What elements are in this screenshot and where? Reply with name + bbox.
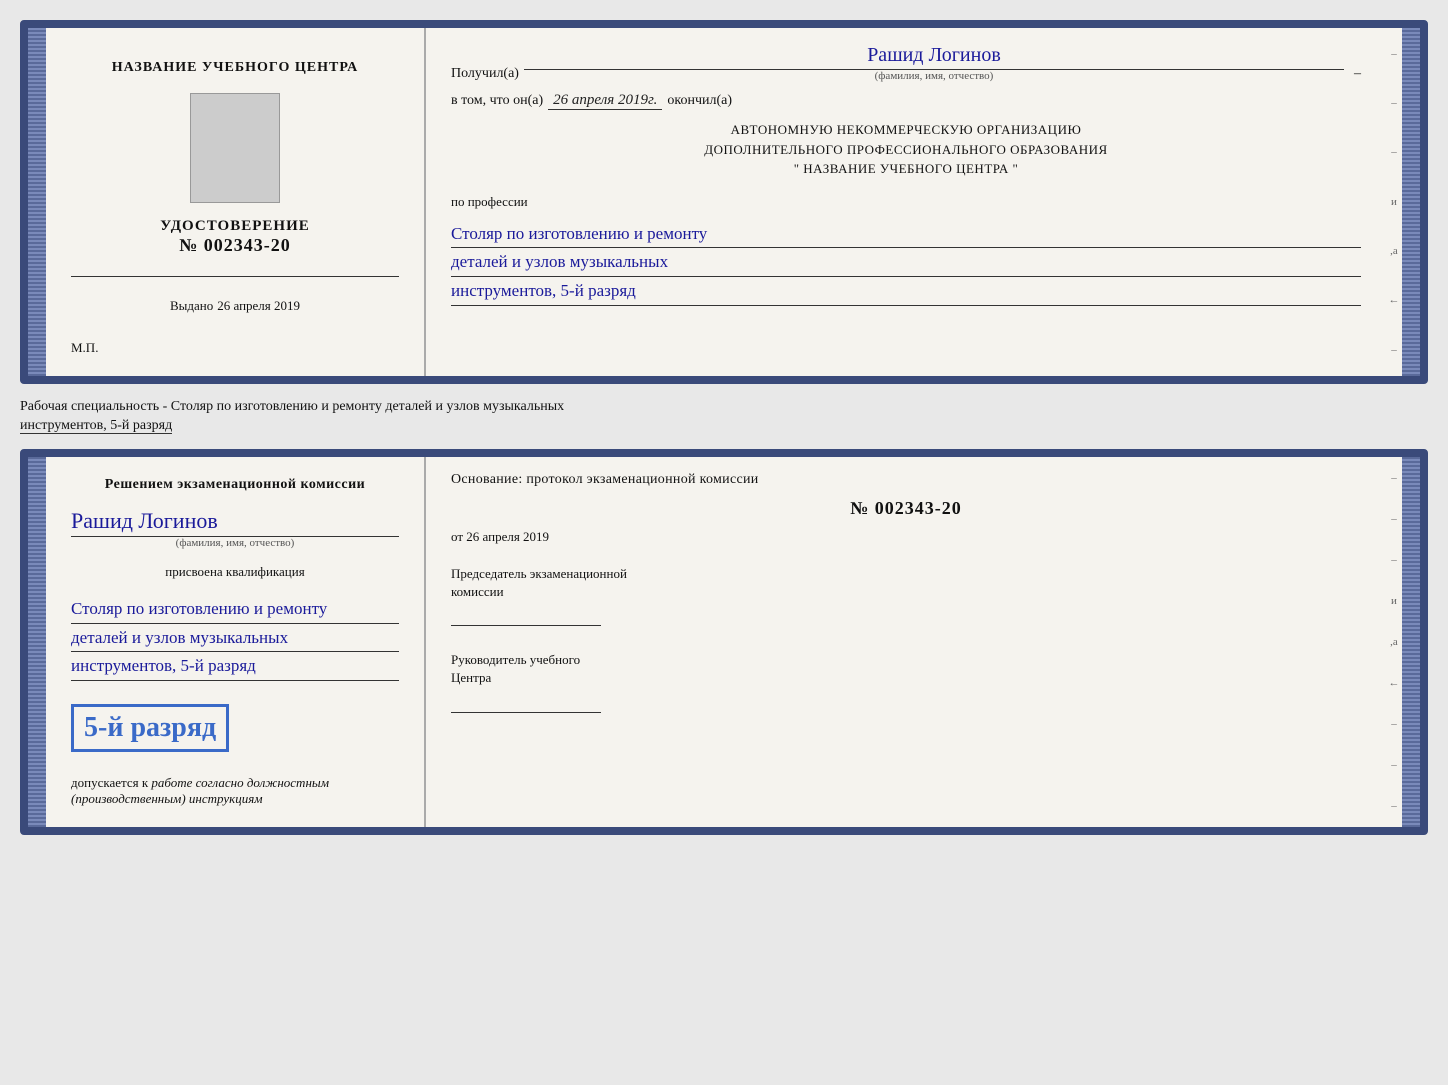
vydano-label: Выдано	[170, 298, 213, 313]
bottom-qual-line3: инструментов, 5-й разряд	[71, 652, 399, 681]
vtom-prefix: в том, что он(а)	[451, 93, 543, 109]
rukovoditel-label-1: Руководитель учебного	[451, 651, 1361, 669]
bottom-qual-line2: деталей и узлов музыкальных	[71, 624, 399, 653]
bottom-qual-line1: Столяр по изготовлению и ремонту	[71, 595, 399, 624]
resheniem-title: Решением экзаменационной комиссии	[71, 477, 399, 493]
bottom-recipient-wrapper: Рашид Логинов (фамилия, имя, отчество)	[71, 508, 399, 549]
texture-left-bottom	[28, 457, 46, 827]
profession-line-3: инструментов, 5-й разряд	[451, 277, 1361, 306]
texture-right-top	[1402, 28, 1420, 376]
predsedatel-block: Председатель экзаменационной комиссии	[451, 565, 1361, 626]
top-doc-right-panel: Получил(а) Рашид Логинов (фамилия, имя, …	[426, 28, 1386, 376]
dash: –	[1354, 66, 1361, 82]
page-wrapper: НАЗВАНИЕ УЧЕБНОГО ЦЕНТРА УДОСТОВЕРЕНИЕ №…	[10, 10, 1438, 845]
dopuskaetsya-label: допускается к	[71, 775, 148, 790]
bottom-fio-subtitle: (фамилия, имя, отчество)	[71, 537, 399, 549]
top-document: НАЗВАНИЕ УЧЕБНОГО ЦЕНТРА УДОСТОВЕРЕНИЕ №…	[20, 20, 1428, 384]
protocol-number-prefix: №	[850, 498, 869, 518]
dopuskaetsya-block: допускается к работе согласно должностны…	[71, 775, 329, 807]
ot-prefix: от	[451, 529, 463, 544]
recipient-line: Получил(а) Рашид Логинов (фамилия, имя, …	[451, 43, 1361, 82]
vydano-block: Выдано 26 апреля 2019	[170, 297, 300, 315]
texture-left-top	[28, 28, 46, 376]
mp-label: М.П.	[71, 340, 98, 356]
profession-lines: Столяр по изготовлению и ремонту деталей…	[451, 220, 1361, 306]
center-name-label: НАЗВАНИЕ УЧЕБНОГО ЦЕНТРА	[112, 58, 358, 78]
rukovoditel-signature-line	[451, 693, 601, 713]
razryad-box: 5-й разряд	[71, 704, 229, 752]
specialty-prefix: Рабочая специальность - Столяр по изгото…	[20, 399, 564, 414]
bottom-recipient-name: Рашид Логинов	[71, 508, 399, 537]
dopuskaetsya-handwritten-2: (производственным) инструкциям	[71, 791, 263, 806]
bottom-qualification-lines: Столяр по изготовлению и ремонту деталей…	[71, 595, 399, 681]
vtom-line: в том, что он(а) 26 апреля 2019г. окончи…	[451, 92, 1361, 110]
side-chars-top: – – – и ,а ← –	[1386, 28, 1402, 376]
org-line2: ДОПОЛНИТЕЛЬНОГО ПРОФЕССИОНАЛЬНОГО ОБРАЗО…	[451, 140, 1361, 160]
org-text: АВТОНОМНУЮ НЕКОММЕРЧЕСКУЮ ОРГАНИЗАЦИЮ ДО…	[451, 120, 1361, 179]
vtom-date: 26 апреля 2019г.	[548, 92, 662, 110]
predsedatel-label-2: комиссии	[451, 583, 1361, 601]
org-line3: " НАЗВАНИЕ УЧЕБНОГО ЦЕНТРА "	[451, 159, 1361, 179]
ot-date-value: 26 апреля 2019	[466, 529, 549, 544]
bottom-document: Решением экзаменационной комиссии Рашид …	[20, 449, 1428, 835]
rukovoditel-label-2: Центра	[451, 669, 1361, 687]
profession-line-1: Столяр по изготовлению и ремонту	[451, 220, 1361, 249]
predsedatel-signature-line	[451, 606, 601, 626]
bottom-doc-right-panel: Основание: протокол экзаменационной коми…	[426, 457, 1386, 827]
specialty-line2: инструментов, 5-й разряд	[20, 418, 172, 434]
recipient-name: Рашид Логинов	[524, 43, 1344, 70]
profession-line-2: деталей и узлов музыкальных	[451, 248, 1361, 277]
po-professii-label: по профессии	[451, 194, 1361, 210]
texture-right-bottom	[1402, 457, 1420, 827]
side-chars-bottom: – – – и ,а ← – – –	[1386, 457, 1402, 827]
udostoverenie-number: № 002343-20	[160, 235, 310, 256]
dopuskaetsya-handwritten-1: работе согласно должностным	[151, 775, 329, 790]
org-line1: АВТОНОМНУЮ НЕКОММЕРЧЕСКУЮ ОРГАНИЗАЦИЮ	[451, 120, 1361, 140]
rukovoditel-block: Руководитель учебного Центра	[451, 651, 1361, 712]
bottom-doc-left-panel: Решением экзаменационной комиссии Рашид …	[46, 457, 426, 827]
udostoverenie-number-value: 002343-20	[204, 235, 291, 255]
recipient-name-wrapper: Рашид Логинов (фамилия, имя, отчество)	[524, 43, 1344, 82]
number-prefix: №	[179, 235, 198, 255]
osnovanie-label: Основание: протокол экзаменационной коми…	[451, 472, 1361, 488]
prisvoena-label: присвоена квалификация	[71, 564, 399, 580]
separator-line-1	[71, 276, 399, 277]
razryad-text: 5-й разряд	[84, 712, 216, 744]
protocol-number-value: 002343-20	[875, 498, 962, 518]
udostoverenie-title: УДОСТОВЕРЕНИЕ	[160, 218, 310, 235]
photo-placeholder	[190, 93, 280, 203]
specialty-label: Рабочая специальность - Столяр по изгото…	[20, 392, 1428, 441]
vydano-date: 26 апреля 2019	[217, 298, 300, 313]
top-doc-left-panel: НАЗВАНИЕ УЧЕБНОГО ЦЕНТРА УДОСТОВЕРЕНИЕ №…	[46, 28, 426, 376]
ot-date-block: от 26 апреля 2019	[451, 529, 1361, 545]
okonchil-label: окончил(а)	[667, 93, 732, 109]
predsedatel-label-1: Председатель экзаменационной	[451, 565, 1361, 583]
udostoverenie-block: УДОСТОВЕРЕНИЕ № 002343-20	[160, 218, 310, 256]
protocol-number-block: № 002343-20	[451, 498, 1361, 519]
fio-subtitle: (фамилия, имя, отчество)	[875, 70, 994, 82]
poluchil-label: Получил(а)	[451, 66, 519, 82]
